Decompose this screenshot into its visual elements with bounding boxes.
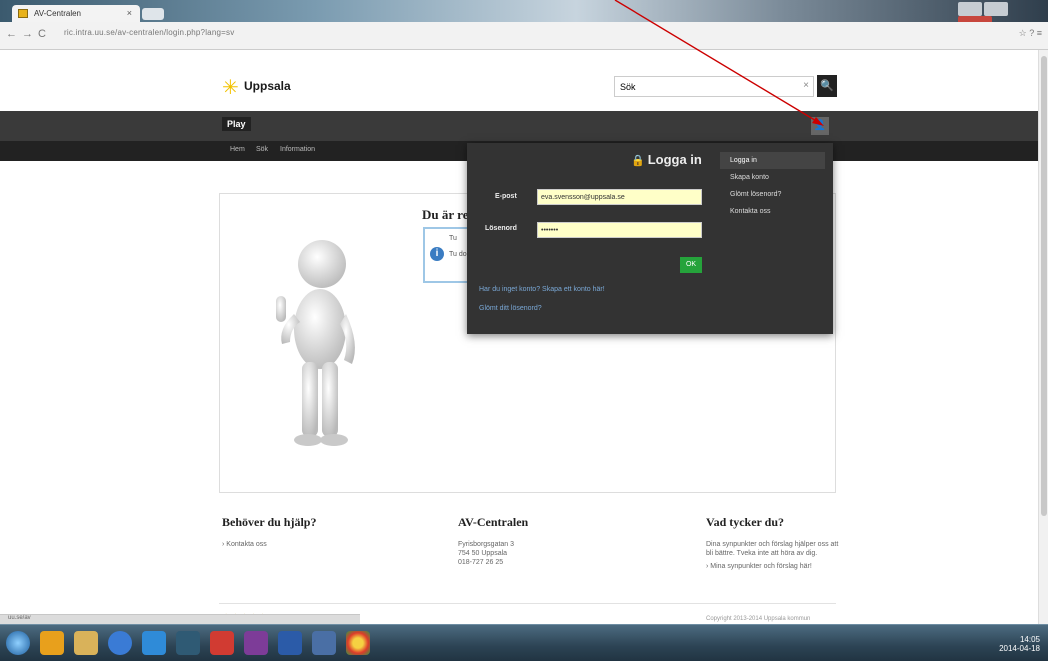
vertical-scrollbar[interactable]: [1038, 50, 1048, 624]
favicon-icon: [18, 9, 28, 18]
footer-feedback: Vad tycker du? Dina synpunkter och försl…: [706, 515, 840, 571]
ie-taskbar-icon[interactable]: [142, 631, 166, 655]
footer-divider: [219, 603, 836, 604]
footer-copyright: Copyright 2013-2014 Uppsala kommun: [706, 616, 811, 622]
app-taskbar-icon[interactable]: [108, 631, 132, 655]
thumbs-up-figure-image: [276, 240, 355, 446]
tray-time: 14:05: [1019, 635, 1040, 644]
search-input[interactable]: [615, 77, 785, 96]
url-field[interactable]: ric.intra.uu.se/av-centralen/login.php?l…: [64, 28, 234, 37]
ok-button[interactable]: OK: [680, 257, 702, 273]
logo-mark-icon: ✳: [222, 77, 239, 99]
maximize-button[interactable]: [984, 2, 1008, 16]
minimize-button[interactable]: [958, 2, 982, 16]
onenote-taskbar-icon[interactable]: [244, 631, 268, 655]
outlook-taskbar-icon[interactable]: [40, 631, 64, 655]
window-titlebar: AV-Centralen ×: [0, 0, 1048, 30]
footer-address-line1: Fyrisborgsgatan 3: [458, 541, 515, 548]
chrome-taskbar-icon[interactable]: [346, 631, 370, 655]
page-title: Du är re: [422, 207, 469, 222]
word-taskbar-icon[interactable]: [278, 631, 302, 655]
footer-feedback-text: Dina synpunkter och förslag hjälper oss …: [706, 541, 839, 557]
menu-item-login[interactable]: Logga in: [720, 152, 825, 169]
password-field[interactable]: [537, 222, 702, 238]
subnav-item-home[interactable]: Hem: [230, 146, 245, 153]
login-title-text: Logga in: [647, 152, 702, 167]
password-label: Lösenord: [485, 225, 517, 232]
login-dropdown: 🔒Logga in E-post Lösenord OK Har du inge…: [467, 143, 833, 334]
explorer-taskbar-icon[interactable]: [74, 631, 98, 655]
network-taskbar-icon[interactable]: [312, 631, 336, 655]
info-icon: i: [430, 247, 444, 261]
pdf-taskbar-icon[interactable]: [210, 631, 234, 655]
user-login-button[interactable]: 👤: [811, 117, 829, 135]
tab-title: AV-Centralen: [34, 9, 81, 18]
tray-date: 2014-04-18: [999, 644, 1040, 653]
address-bar-row: ← → C ric.intra.uu.se/av-centralen/login…: [0, 22, 1048, 50]
browser-tab[interactable]: AV-Centralen ×: [12, 5, 140, 22]
menu-item-contact[interactable]: Kontakta oss: [720, 203, 825, 220]
system-tray[interactable]: 14:05 2014-04-18: [999, 635, 1040, 653]
footer-help: Behöver du hjälp? › Kontakta oss: [222, 515, 316, 549]
reload-icon[interactable]: C: [38, 28, 46, 40]
footer-organization: AV-Centralen Fyrisborgsgatan 3 754 50 Up…: [458, 515, 528, 567]
footer-address-line2: 754 50 Uppsala: [458, 550, 508, 557]
login-side-menu: Logga in Skapa konto Glömt lösenord? Kon…: [720, 152, 825, 220]
status-bar: uu.se/av: [0, 614, 360, 624]
tab-close-icon[interactable]: ×: [127, 8, 132, 18]
footer-phone: 018-727 26 25: [458, 559, 504, 566]
email-label: E-post: [495, 193, 517, 200]
forgot-password-link[interactable]: Glömt ditt lösenord?: [479, 305, 542, 312]
media-taskbar-icon[interactable]: [176, 631, 200, 655]
nav-tab-play[interactable]: Play: [222, 117, 251, 131]
create-account-link[interactable]: Har du inget konto? Skapa ett konto här!: [479, 286, 605, 293]
window-controls: [956, 2, 1042, 30]
page-content: ✳ Uppsala × 🔍 Play 👤 Hem Sök Information: [0, 50, 1048, 624]
logo-text: Uppsala: [244, 79, 291, 93]
new-tab-button[interactable]: [142, 8, 164, 20]
back-icon[interactable]: ←: [6, 28, 17, 40]
info-text-line1: Tu: [449, 235, 457, 242]
clear-search-icon[interactable]: ×: [803, 80, 809, 91]
menu-item-create-account[interactable]: Skapa konto: [720, 169, 825, 186]
top-navigation: Play 👤: [0, 111, 1038, 141]
email-field[interactable]: [537, 189, 702, 205]
lock-icon: 🔒: [631, 155, 645, 167]
menu-item-forgot-password[interactable]: Glömt lösenord?: [720, 186, 825, 203]
subnav-item-search[interactable]: Sök: [256, 146, 268, 153]
footer-feedback-title: Vad tycker du?: [706, 515, 785, 529]
windows-taskbar: 14:05 2014-04-18: [0, 624, 1048, 661]
footer-feedback-link[interactable]: › Mina synpunkter och förslag här!: [706, 562, 840, 571]
info-text-line2: Tu do: [449, 251, 467, 258]
browser-menu-icons[interactable]: ☆ ? ≡: [1019, 28, 1042, 39]
search-button[interactable]: 🔍: [817, 75, 837, 97]
subnav-item-information[interactable]: Information: [280, 146, 315, 153]
footer-contact-link[interactable]: › Kontakta oss: [222, 540, 316, 549]
footer-org-title: AV-Centralen: [458, 515, 529, 529]
footer-help-title: Behöver du hjälp?: [222, 515, 317, 529]
search-box: ×: [614, 76, 814, 97]
login-title: 🔒 Logga in: [631, 152, 702, 167]
start-button[interactable]: [6, 631, 30, 655]
scrollbar-thumb[interactable]: [1041, 56, 1047, 516]
forward-icon[interactable]: →: [22, 28, 33, 40]
